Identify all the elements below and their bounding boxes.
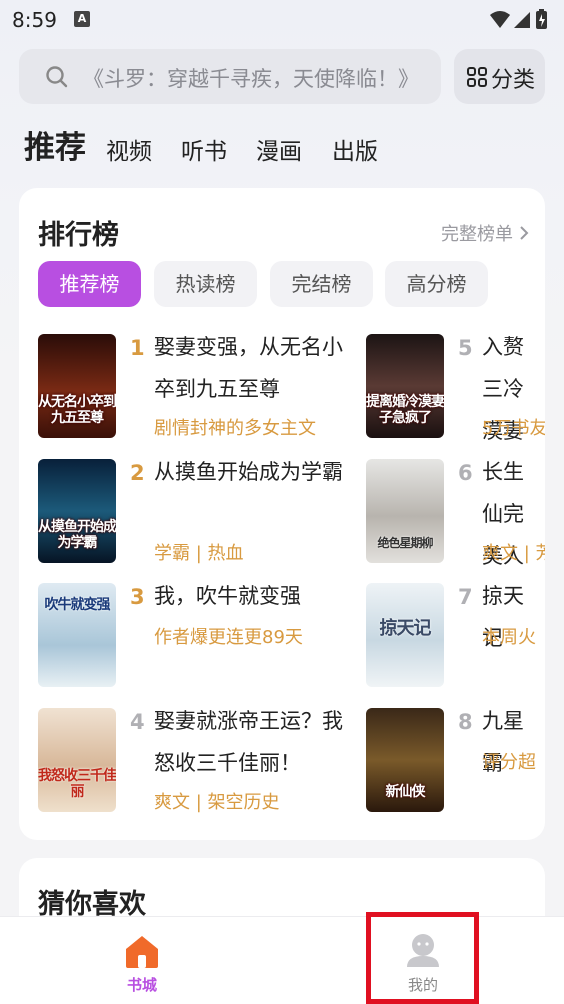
book-item[interactable]: 从无名小卒到九五至尊 1 娶妻变强，从无名小卒到九五至尊 剧情封神的多女主文 [38, 334, 358, 440]
rank-tab-recommend[interactable]: 推荐榜 [38, 261, 141, 307]
book-item[interactable]: 掠天记 7 掠天记 本周火 [366, 583, 545, 689]
book-tag: 爽文 | 芳 [482, 543, 545, 564]
book-title: 我，吹牛就变强 [154, 584, 301, 608]
rank-tab-finished[interactable]: 完结榜 [270, 261, 373, 307]
cover-text: 吹牛就变强 [44, 597, 111, 613]
search-placeholder: 《斗罗：穿越千寻疾，天使降临！》 [83, 67, 419, 91]
book-cover[interactable]: 从摸鱼开始成为学霸 [38, 459, 116, 563]
book-rank: 6 [458, 461, 473, 485]
ranking-title: 排行榜 [38, 220, 119, 251]
search-icon [45, 65, 69, 93]
book-cover[interactable]: 我怒收三千佳丽 [38, 708, 116, 812]
book-tag: 剧情封神的多女主文 [154, 418, 316, 439]
book-item[interactable]: 我怒收三千佳丽 4 娶妻就涨帝王运？我怒收三千佳丽！ 爽文 | 架空历史 [38, 708, 358, 814]
search-input[interactable]: 《斗罗：穿越千寻疾，天使降临！》 [19, 49, 441, 104]
tab-audiobook[interactable]: 听书 [181, 132, 227, 166]
rank-tab-high-score[interactable]: 高分榜 [385, 261, 488, 307]
cover-text: 掠天记 [379, 618, 432, 639]
book-item[interactable]: 吹牛就变强 3 我，吹牛就变强 作者爆更连更89天 [38, 583, 358, 689]
book-item[interactable]: 从摸鱼开始成为学霸 2 从摸鱼开始成为学霸 学霸 | 热血 [38, 459, 358, 565]
book-rank: 4 [130, 710, 145, 734]
home-icon [122, 933, 162, 973]
full-list-link[interactable]: 完整榜单 [441, 220, 529, 246]
chevron-right-icon [520, 226, 529, 240]
grid-icon [467, 67, 487, 91]
book-tag: 5万书友 [482, 418, 545, 439]
book-rank: 3 [130, 585, 145, 609]
book-cover[interactable]: 提离婚冷漠妻子急疯了 [366, 334, 444, 438]
book-item[interactable]: 提离婚冷漠妻子急疯了 5 入赘三冷漠妻 5万书友 [366, 334, 545, 443]
rank-tab-hot[interactable]: 热读榜 [154, 261, 257, 307]
book-tag: 作者爆更连更89天 [154, 627, 303, 648]
book-cover[interactable]: 绝色星期柳 [366, 459, 444, 563]
book-tag: 本周火 [482, 627, 536, 648]
book-rank: 2 [130, 461, 145, 485]
category-label: 分类 [491, 68, 536, 93]
book-tag: 学霸 | 热血 [154, 543, 244, 564]
nav-bookstore[interactable]: 书城 [82, 917, 202, 1004]
book-cover[interactable]: 从无名小卒到九五至尊 [38, 334, 116, 438]
book-rank: 1 [130, 336, 145, 360]
book-rank: 7 [458, 585, 473, 609]
book-title: 娶妻就涨帝王运？我怒收三千佳丽！ [154, 709, 343, 775]
cover-text: 我怒收三千佳丽 [38, 768, 116, 800]
tab-publishing[interactable]: 出版 [332, 132, 378, 166]
category-button[interactable]: 分类 [454, 49, 545, 104]
cover-text: 提离婚冷漠妻子急疯了 [366, 394, 444, 426]
notification-icon: A [74, 11, 90, 27]
book-tag: 爽文 | 架空历史 [154, 792, 280, 813]
book-item[interactable]: 绝色星期柳 6 长生仙完美人 爽文 | 芳 [366, 459, 545, 568]
book-title: 从摸鱼开始成为学霸 [154, 460, 343, 484]
wifi-icon [490, 11, 510, 28]
status-bar: 8:59 A [0, 0, 564, 40]
battery-icon [536, 9, 547, 29]
bottom-nav: 书城 我的 [0, 916, 564, 1004]
signal-icon [514, 12, 530, 28]
tab-video[interactable]: 视频 [106, 132, 152, 166]
nav-bookstore-label: 书城 [126, 976, 157, 994]
cover-text: 绝色星期柳 [377, 536, 433, 550]
book-cover[interactable]: 掠天记 [366, 583, 444, 687]
status-time: 8:59 [12, 8, 57, 32]
status-icons [488, 8, 552, 36]
book-cover[interactable]: 新仙侠 [366, 708, 444, 812]
tab-comic[interactable]: 漫画 [256, 132, 302, 166]
ranking-card: 排行榜 完整榜单 推荐榜 热读榜 完结榜 高分榜 从无名小卒到九五至尊 1 娶妻… [19, 188, 545, 840]
book-tag: 评分超 [482, 752, 536, 773]
cover-text: 从无名小卒到九五至尊 [38, 394, 116, 426]
cover-text: 新仙侠 [385, 784, 426, 800]
tab-recommend[interactable]: 推荐 [24, 122, 86, 167]
full-list-label: 完整榜单 [441, 224, 513, 245]
book-rank: 8 [458, 710, 473, 734]
highlight-box [366, 912, 479, 1004]
book-title: 娶妻变强，从无名小卒到九五至尊 [154, 335, 343, 401]
book-cover[interactable]: 吹牛就变强 [38, 583, 116, 687]
book-item[interactable]: 新仙侠 8 九星霸 评分超 [366, 708, 545, 814]
book-rank: 5 [458, 336, 473, 360]
cover-text: 从摸鱼开始成为学霸 [38, 519, 116, 551]
